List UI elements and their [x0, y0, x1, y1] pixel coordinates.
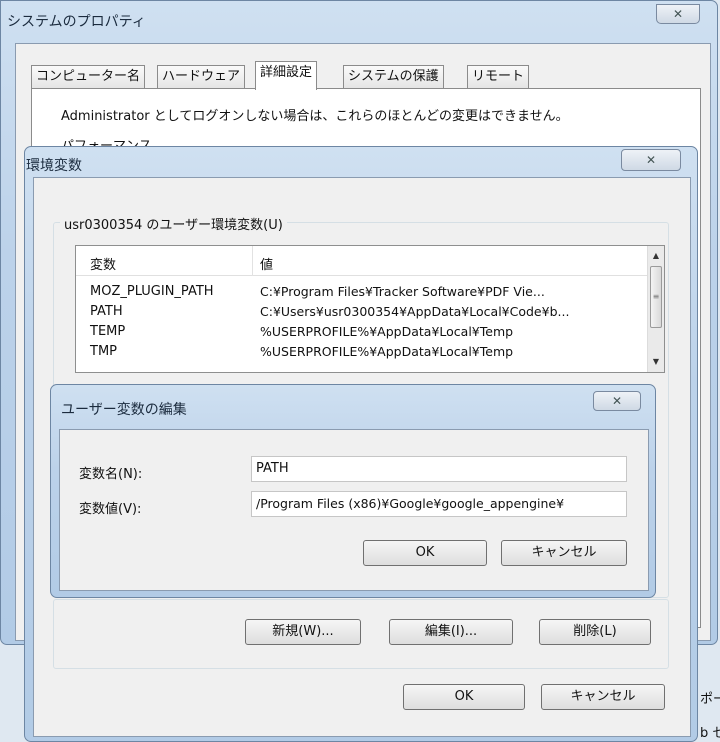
tab-computer-name[interactable]: コンピューター名 — [31, 65, 146, 89]
row-value: C:¥Program Files¥Tracker Software¥PDF Vi… — [260, 284, 545, 299]
delete-button[interactable]: 削除(L) — [539, 619, 651, 645]
system-properties-title: システムのプロパティ — [7, 14, 146, 30]
user-variables-label: usr0300354 のユーザー環境変数(U) — [60, 214, 287, 233]
edit-user-variable-dialog: ユーザー変数の編集 ✕ 変数名(N): PATH 変数値(V): /Progra… — [50, 384, 656, 598]
column-header-variable[interactable]: 変数 — [90, 254, 116, 273]
admin-info-text: Administrator としてログオンしない場合は、これらのほとんどの変更は… — [61, 109, 569, 124]
tab-remote[interactable]: リモート — [467, 65, 530, 89]
edit-ok-button[interactable]: OK — [363, 540, 487, 566]
env-dialog-title: 環境変数 — [26, 158, 82, 174]
system-properties-close-button[interactable]: ✕ — [656, 4, 700, 24]
env-cancel-button[interactable]: キャンセル — [541, 684, 665, 710]
env-dialog-close-button[interactable]: ✕ — [621, 149, 681, 171]
new-button[interactable]: 新規(W)... — [245, 619, 361, 645]
row-value: %USERPROFILE%¥AppData¥Local¥Temp — [260, 344, 514, 359]
env-ok-button[interactable]: OK — [403, 684, 525, 710]
tab-system-protection[interactable]: システムの保護 — [343, 65, 444, 89]
row-variable: TMP — [90, 344, 117, 359]
column-header-value[interactable]: 値 — [260, 254, 273, 273]
list-header: 変数 値 — [76, 246, 652, 276]
edit-dialog-title: ユーザー変数の編集 — [61, 402, 187, 418]
side-text-2: b セ — [700, 726, 720, 741]
scroll-up-icon[interactable]: ▲ — [648, 248, 664, 264]
edit-dialog-close-button[interactable]: ✕ — [593, 391, 641, 411]
row-value: C:¥Users¥usr0300354¥AppData¥Local¥Code¥b… — [260, 304, 570, 319]
row-variable: MOZ_PLUGIN_PATH — [90, 284, 214, 299]
row-value: %USERPROFILE%¥AppData¥Local¥Temp — [260, 324, 514, 339]
row-variable: TEMP — [90, 324, 126, 339]
variable-name-label: 変数名(N): — [79, 467, 143, 482]
table-row[interactable]: TMP %USERPROFILE%¥AppData¥Local¥Temp — [76, 342, 652, 362]
variable-value-label: 変数値(V): — [79, 502, 142, 517]
row-variable: PATH — [90, 304, 123, 319]
variable-name-field[interactable]: PATH — [251, 456, 627, 482]
table-row[interactable]: PATH C:¥Users¥usr0300354¥AppData¥Local¥C… — [76, 302, 652, 322]
column-divider — [252, 246, 253, 276]
table-row[interactable]: MOZ_PLUGIN_PATH C:¥Program Files¥Tracker… — [76, 282, 652, 302]
variable-value-field[interactable]: /Program Files (x86)¥Google¥google_appen… — [251, 491, 627, 517]
user-variables-list[interactable]: 変数 値 MOZ_PLUGIN_PATH C:¥Program Files¥Tr… — [75, 245, 665, 373]
edit-button[interactable]: 編集(I)... — [389, 619, 513, 645]
scroll-thumb[interactable]: ≡ — [650, 266, 662, 328]
side-text-1: ポー — [700, 692, 720, 707]
edit-cancel-button[interactable]: キャンセル — [501, 540, 627, 566]
scroll-down-icon[interactable]: ▼ — [648, 354, 664, 370]
tab-hardware[interactable]: ハードウェア — [157, 65, 246, 89]
table-row[interactable]: TEMP %USERPROFILE%¥AppData¥Local¥Temp — [76, 322, 652, 342]
list-scrollbar[interactable]: ▲ ≡ ▼ — [647, 246, 664, 372]
tab-advanced[interactable]: 詳細設定 — [255, 61, 318, 90]
